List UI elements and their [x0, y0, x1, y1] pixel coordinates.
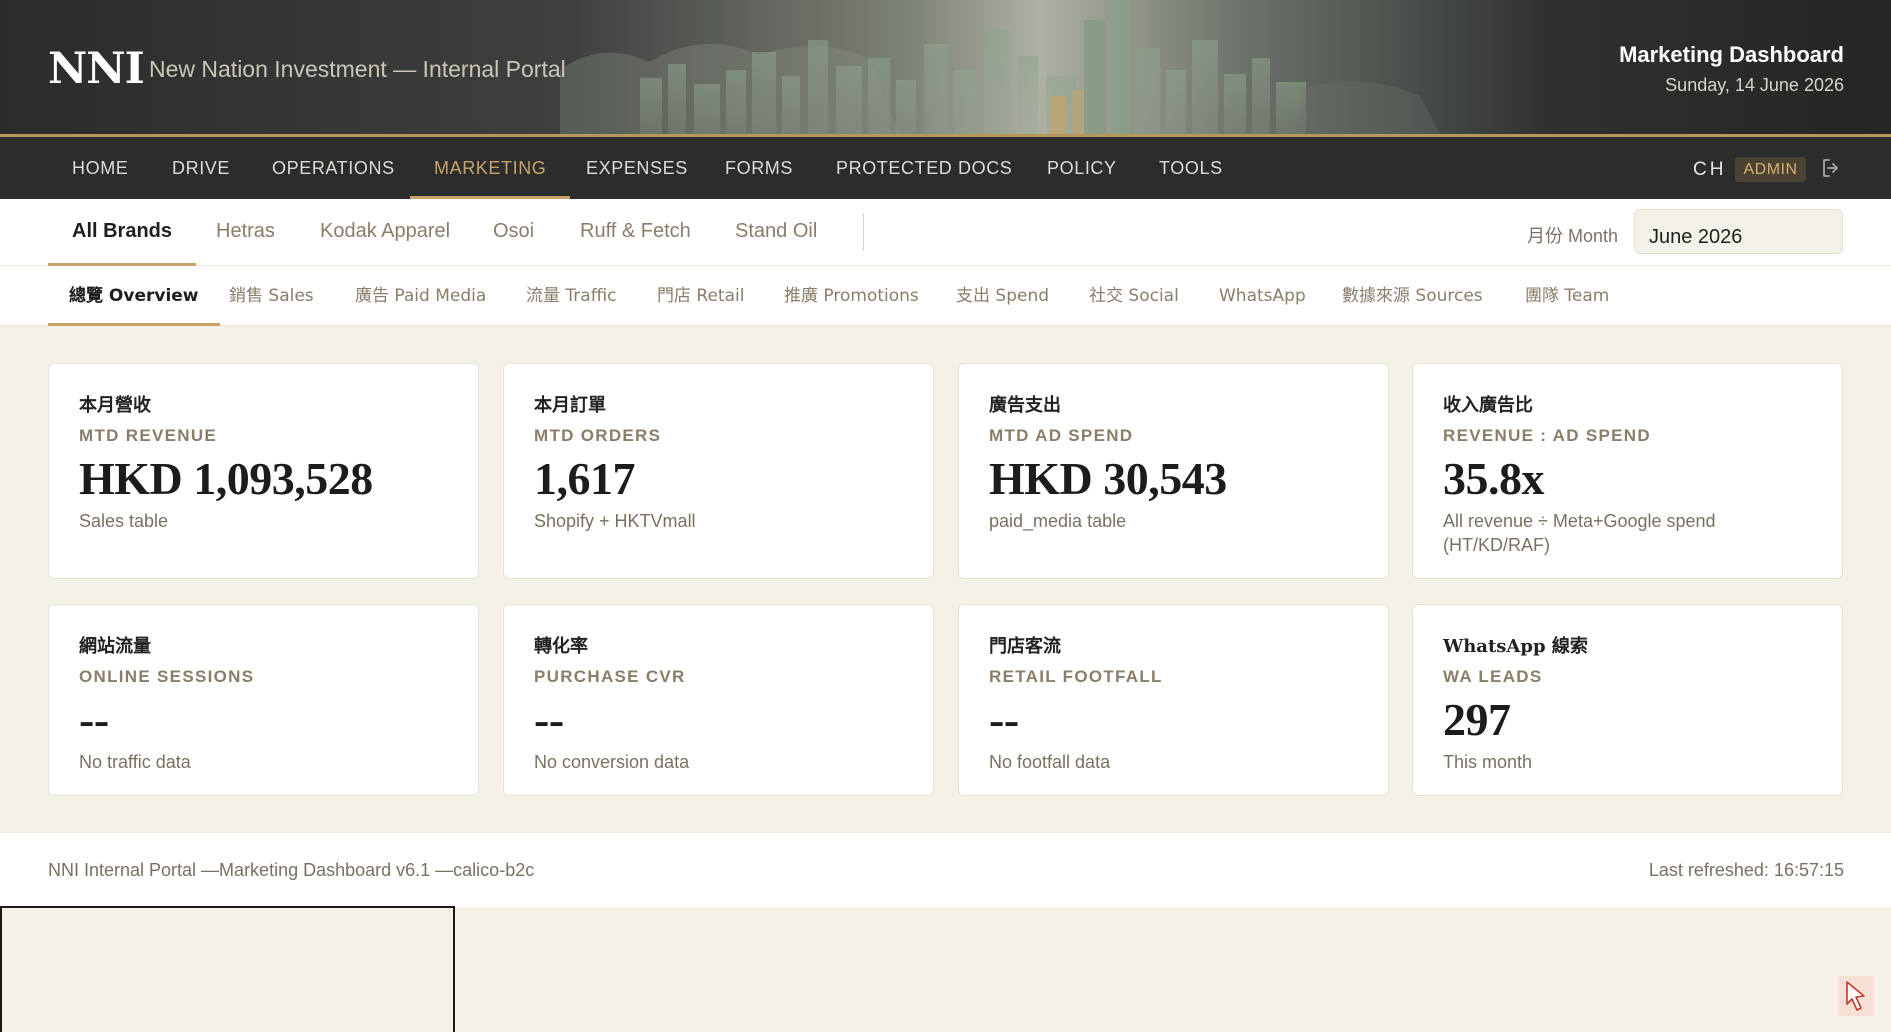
cursor-icon	[1838, 976, 1874, 1016]
kpi-note: All revenue ÷ Meta+Google spend (HT/KD/R…	[1443, 511, 1716, 555]
tab-traffic[interactable]: 流量 Traffic	[526, 266, 616, 326]
kpi-value: HKD 30,543	[989, 453, 1227, 504]
kpi-value: --	[534, 694, 564, 745]
nav-drive[interactable]: DRIVE	[172, 137, 230, 199]
kpi-value: --	[79, 694, 109, 745]
kpi-note: This month	[1443, 752, 1533, 772]
kpi-card-mtd-orders: 本月訂單 MTD ORDERS 1,617 Shopify + HKTVmall	[503, 363, 934, 579]
nav-marketing[interactable]: MARKETING	[409, 137, 571, 199]
logout-icon[interactable]	[1819, 156, 1843, 180]
empty-frame	[0, 906, 455, 1032]
tab-overview[interactable]: 總覽 Overview	[48, 266, 219, 326]
footer-version: NNI Internal Portal —Marketing Dashboard…	[48, 860, 535, 880]
kpi-label-zh: 收入廣告比	[1443, 395, 1533, 416]
brand-tab-stand-oil[interactable]: Stand Oil	[735, 199, 817, 266]
kpi-label-en: WA LEADS	[1443, 667, 1543, 686]
section-tabs: 總覽 Overview 銷售 Sales 廣告 Paid Media 流量 Tr…	[0, 266, 1891, 326]
kpi-note: paid_media table	[989, 511, 1127, 531]
nav-protected-docs[interactable]: PROTECTED DOCS	[836, 137, 1012, 199]
kpi-label-zh: WhatsApp 線索	[1443, 636, 1588, 657]
admin-badge: ADMIN	[1735, 157, 1806, 182]
kpi-label-en: MTD REVENUE	[79, 426, 218, 445]
tab-sources[interactable]: 數據來源 Sources	[1342, 266, 1483, 326]
kpi-value: 297	[1443, 694, 1511, 745]
footer-last-refreshed: Last refreshed: 16:57:15	[1648, 860, 1844, 880]
brand-tab-kodak-apparel[interactable]: Kodak Apparel	[320, 199, 450, 266]
kpi-card-purchase-cvr: 轉化率 PURCHASE CVR -- No conversion data	[503, 604, 934, 796]
kpi-value: HKD 1,093,528	[79, 453, 373, 504]
tab-whatsapp[interactable]: WhatsApp	[1219, 266, 1306, 326]
tab-team[interactable]: 團隊 Team	[1525, 266, 1609, 326]
kpi-card-revenue-ad-ratio: 收入廣告比 REVENUE : AD SPEND 35.8x All reven…	[1412, 363, 1843, 579]
kpi-card-wa-leads: WhatsApp 線索 WA LEADS 297 This month	[1412, 604, 1843, 796]
header-date: Sunday, 14 June 2026	[1665, 75, 1844, 95]
kpi-label-en: RETAIL FOOTFALL	[989, 667, 1163, 686]
kpi-value: 1,617	[534, 453, 636, 504]
tab-spend[interactable]: 支出 Spend	[956, 266, 1049, 326]
kpi-card-retail-footfall: 門店客流 RETAIL FOOTFALL -- No footfall data	[958, 604, 1389, 796]
nav-tools[interactable]: TOOLS	[1159, 137, 1223, 199]
kpi-card-online-sessions: 網站流量 ONLINE SESSIONS -- No traffic data	[48, 604, 479, 796]
kpi-label-en: ONLINE SESSIONS	[79, 667, 255, 686]
kpi-label-zh: 本月營收	[79, 395, 151, 416]
user-initials[interactable]: CH	[1693, 159, 1726, 181]
nav-policy[interactable]: POLICY	[1047, 137, 1117, 199]
kpi-note: Shopify + HKTVmall	[534, 511, 696, 531]
kpi-note: No conversion data	[534, 752, 690, 772]
brand-tab-all[interactable]: All Brands	[47, 199, 197, 266]
kpi-label-zh: 廣告支出	[989, 395, 1061, 416]
kpi-card-mtd-ad-spend: 廣告支出 MTD AD SPEND HKD 30,543 paid_media …	[958, 363, 1389, 579]
tab-paid-media[interactable]: 廣告 Paid Media	[355, 266, 486, 326]
brand-tabs: All Brands Hetras Kodak Apparel Osoi Ruf…	[0, 199, 1891, 266]
month-label: 月份 Month	[1527, 226, 1619, 246]
kpi-label-en: PURCHASE CVR	[534, 667, 686, 686]
header-banner: NNI New Nation Investment — Internal Por…	[0, 0, 1891, 137]
nav-expenses[interactable]: EXPENSES	[586, 137, 688, 199]
tab-sales[interactable]: 銷售 Sales	[229, 266, 314, 326]
page-footer: NNI Internal Portal —Marketing Dashboard…	[0, 832, 1891, 907]
kpi-label-zh: 門店客流	[989, 636, 1061, 657]
brand-tab-osoi[interactable]: Osoi	[493, 199, 534, 266]
brand-tab-hetras[interactable]: Hetras	[216, 199, 275, 266]
kpi-card-mtd-revenue: 本月營收 MTD REVENUE HKD 1,093,528 Sales tab…	[48, 363, 479, 579]
main-nav: HOME DRIVE OPERATIONS MARKETING EXPENSES…	[0, 137, 1891, 199]
brand-divider	[863, 213, 864, 251]
kpi-label-en: MTD ORDERS	[534, 426, 662, 445]
tab-retail[interactable]: 門店 Retail	[657, 266, 744, 326]
nav-home[interactable]: HOME	[72, 137, 128, 199]
tab-social[interactable]: 社交 Social	[1089, 266, 1179, 326]
kpi-value: --	[989, 694, 1019, 745]
brand-tab-ruff-fetch[interactable]: Ruff & Fetch	[580, 199, 691, 266]
nni-logo[interactable]: NNI	[48, 44, 145, 94]
nav-operations[interactable]: OPERATIONS	[272, 137, 395, 199]
kpi-value: 35.8x	[1443, 453, 1545, 504]
kpi-label-en: MTD AD SPEND	[989, 426, 1134, 445]
tab-promotions[interactable]: 推廣 Promotions	[784, 266, 919, 326]
kpi-note: No footfall data	[989, 752, 1111, 772]
kpi-label-zh: 轉化率	[534, 636, 588, 657]
month-picker[interactable]: June 2026	[1634, 209, 1843, 254]
page-title: Marketing Dashboard	[1619, 42, 1844, 67]
kpi-label-zh: 網站流量	[79, 636, 151, 657]
portal-subtitle: New Nation Investment — Internal Portal	[149, 56, 566, 82]
kpi-note: No traffic data	[79, 752, 191, 772]
nav-forms[interactable]: FORMS	[725, 137, 793, 199]
kpi-label-zh: 本月訂單	[534, 395, 606, 416]
kpi-label-en: REVENUE : AD SPEND	[1443, 426, 1651, 445]
kpi-note: Sales table	[79, 511, 169, 531]
